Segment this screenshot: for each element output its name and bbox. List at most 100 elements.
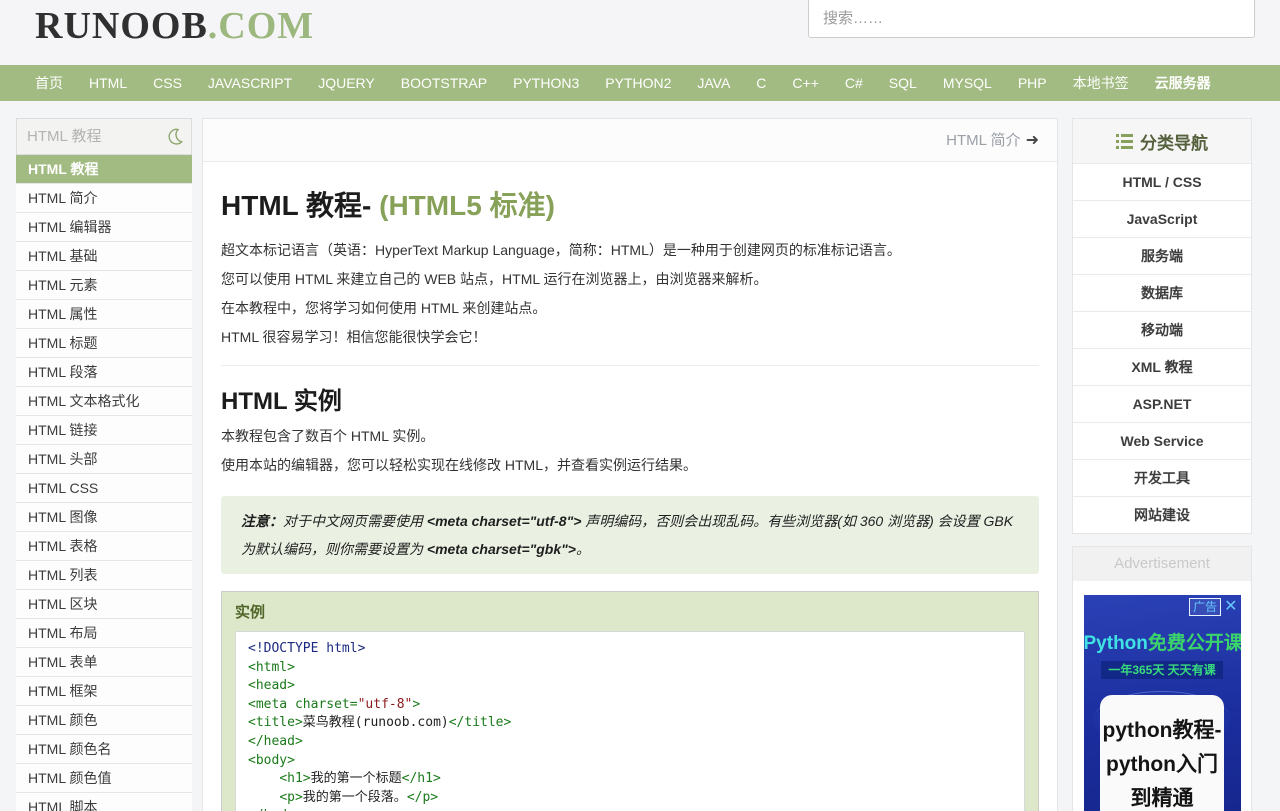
- nav-item[interactable]: JAVA: [684, 65, 743, 101]
- panel-top-bar: HTML 简介 ➜: [203, 119, 1057, 162]
- site-logo[interactable]: RUNOOB.COM: [35, 4, 314, 48]
- sidebar-item[interactable]: HTML 段落: [16, 358, 192, 387]
- ad-card-line: python教程-: [1100, 714, 1224, 748]
- nav-item[interactable]: C: [743, 65, 779, 101]
- code-token: 我的第一个段落。: [303, 790, 407, 805]
- nav-item[interactable]: CSS: [140, 65, 195, 101]
- sidebar-item[interactable]: HTML 布局: [16, 619, 192, 648]
- section-title: HTML 实例: [221, 365, 1039, 416]
- nav-item[interactable]: 首页: [22, 65, 76, 101]
- paragraph: HTML 很容易学习！相信您能很快学会它！: [221, 323, 1039, 352]
- sidebar-item[interactable]: HTML 区块: [16, 590, 192, 619]
- right-sidebar: 分类导航 HTML / CSSJavaScript服务端数据库移动端XML 教程…: [1072, 118, 1252, 811]
- page-title-main: HTML 教程-: [221, 190, 371, 221]
- sidebar-item[interactable]: HTML 链接: [16, 416, 192, 445]
- ad-card-line: 到精通: [1100, 782, 1224, 811]
- moon-icon[interactable]: [165, 127, 184, 146]
- next-page-link[interactable]: HTML 简介 ➜: [946, 119, 1039, 162]
- sidebar-item[interactable]: HTML 颜色名: [16, 735, 192, 764]
- page-title: HTML 教程- (HTML5 标准): [221, 184, 1039, 224]
- code-block: <!DOCTYPE html><html><head><meta charset…: [235, 631, 1025, 811]
- code-token: charset=: [295, 697, 358, 712]
- site-search-input[interactable]: [808, 0, 1255, 38]
- sidebar-item[interactable]: HTML 简介: [16, 184, 192, 213]
- sidebar-item[interactable]: HTML 基础: [16, 242, 192, 271]
- category-item[interactable]: XML 教程: [1073, 348, 1251, 385]
- category-item[interactable]: HTML / CSS: [1073, 163, 1251, 200]
- nav-item[interactable]: JQUERY: [305, 65, 388, 101]
- code-token: <p>: [279, 790, 302, 805]
- nav-item[interactable]: 本地书签: [1060, 65, 1142, 101]
- note-text: <meta charset="utf-8">: [427, 513, 582, 529]
- code-line: <!DOCTYPE html>: [248, 640, 1012, 659]
- category-item[interactable]: ASP.NET: [1073, 385, 1251, 422]
- code-token: [248, 771, 279, 786]
- category-item[interactable]: Web Service: [1073, 422, 1251, 459]
- logo-green-part: .COM: [208, 5, 314, 47]
- code-line: <meta charset="utf-8">: [248, 696, 1012, 715]
- nav-item[interactable]: JAVASCRIPT: [195, 65, 305, 101]
- nav-item[interactable]: PYTHON2: [592, 65, 684, 101]
- category-item[interactable]: 移动端: [1073, 311, 1251, 348]
- code-token: </h1>: [402, 771, 441, 786]
- next-page-label: HTML 简介: [946, 132, 1020, 149]
- sidebar-item[interactable]: HTML 标题: [16, 329, 192, 358]
- nav-item[interactable]: C++: [779, 65, 831, 101]
- ad-card[interactable]: python教程-python入门到精通: [1100, 695, 1224, 811]
- category-panel: 分类导航 HTML / CSSJavaScript服务端数据库移动端XML 教程…: [1072, 118, 1252, 534]
- ad-header-label: Advertisement: [1073, 547, 1251, 581]
- nav-item[interactable]: 云服务器: [1142, 65, 1224, 101]
- ad-title-green: 免费公开课: [1148, 633, 1241, 654]
- nav-item[interactable]: C#: [832, 65, 876, 101]
- category-item[interactable]: 开发工具: [1073, 459, 1251, 496]
- paragraph: 使用本站的编辑器，您可以轻松实现在线修改 HTML，并查看实例运行结果。: [221, 451, 1039, 480]
- note-text: <meta charset="gbk">: [427, 541, 576, 557]
- nav-item[interactable]: MYSQL: [930, 65, 1005, 101]
- ad-badge-label: 广告: [1189, 598, 1221, 616]
- ad-title-cyan: Python: [1084, 633, 1148, 654]
- category-title: 分类导航: [1140, 129, 1208, 154]
- sidebar-item[interactable]: HTML 图像: [16, 503, 192, 532]
- sidebar-item[interactable]: HTML 脚本: [16, 793, 192, 811]
- sidebar-item[interactable]: HTML 表单: [16, 648, 192, 677]
- sidebar-item[interactable]: HTML 编辑器: [16, 213, 192, 242]
- ad-panel: Advertisement 广告 ✕ Python免费公开课 一年365天 天天…: [1072, 546, 1252, 811]
- category-item[interactable]: JavaScript: [1073, 200, 1251, 237]
- intro-paragraphs: 超文本标记语言（英语：HyperText Markup Language，简称：…: [221, 236, 1039, 352]
- code-token: 菜鸟教程(runoob.com): [303, 715, 449, 730]
- nav-item[interactable]: SQL: [876, 65, 930, 101]
- nav-item[interactable]: HTML: [76, 65, 140, 101]
- example-box: 实例 <!DOCTYPE html><html><head><meta char…: [221, 591, 1039, 811]
- section-paragraphs: 本教程包含了数百个 HTML 实例。使用本站的编辑器，您可以轻松实现在线修改 H…: [221, 422, 1039, 480]
- paragraph: 在本教程中，您将学习如何使用 HTML 来创建站点。: [221, 294, 1039, 323]
- category-item[interactable]: 数据库: [1073, 274, 1251, 311]
- nav-item[interactable]: PYTHON3: [500, 65, 592, 101]
- sidebar-item[interactable]: HTML 头部: [16, 445, 192, 474]
- sidebar-item[interactable]: HTML 表格: [16, 532, 192, 561]
- sidebar-item[interactable]: HTML 文本格式化: [16, 387, 192, 416]
- nav-item[interactable]: PHP: [1005, 65, 1060, 101]
- code-token: <!DOCTYPE html>: [248, 641, 365, 656]
- sidebar-item[interactable]: HTML 框架: [16, 677, 192, 706]
- sidebar-menu: HTML 教程HTML 简介HTML 编辑器HTML 基础HTML 元素HTML…: [16, 155, 192, 811]
- sidebar-item[interactable]: HTML 颜色: [16, 706, 192, 735]
- ad-banner[interactable]: 广告 ✕ Python免费公开课 一年365天 天天有课 python教程-py…: [1084, 595, 1241, 811]
- sidebar-item[interactable]: HTML 属性: [16, 300, 192, 329]
- category-item[interactable]: 网站建设: [1073, 496, 1251, 533]
- sidebar-item[interactable]: HTML 颜色值: [16, 764, 192, 793]
- code-token: </title>: [449, 715, 512, 730]
- paragraph: 您可以使用 HTML 来建立自己的 WEB 站点，HTML 运行在浏览器上，由浏…: [221, 265, 1039, 294]
- sidebar-item[interactable]: HTML 元素: [16, 271, 192, 300]
- code-token: "utf-8": [358, 697, 413, 712]
- code-token: <meta: [248, 697, 295, 712]
- note-text: 对于中文网页需要使用: [283, 513, 427, 529]
- arrow-right-icon: ➜: [1026, 132, 1039, 149]
- category-header: 分类导航: [1073, 119, 1251, 163]
- nav-item[interactable]: BOOTSTRAP: [388, 65, 500, 101]
- sidebar-item[interactable]: HTML 教程: [16, 155, 192, 184]
- category-item[interactable]: 服务端: [1073, 237, 1251, 274]
- sidebar-item[interactable]: HTML CSS: [16, 474, 192, 503]
- ad-close-icon[interactable]: ✕: [1224, 599, 1237, 615]
- list-icon: [1116, 134, 1133, 149]
- sidebar-item[interactable]: HTML 列表: [16, 561, 192, 590]
